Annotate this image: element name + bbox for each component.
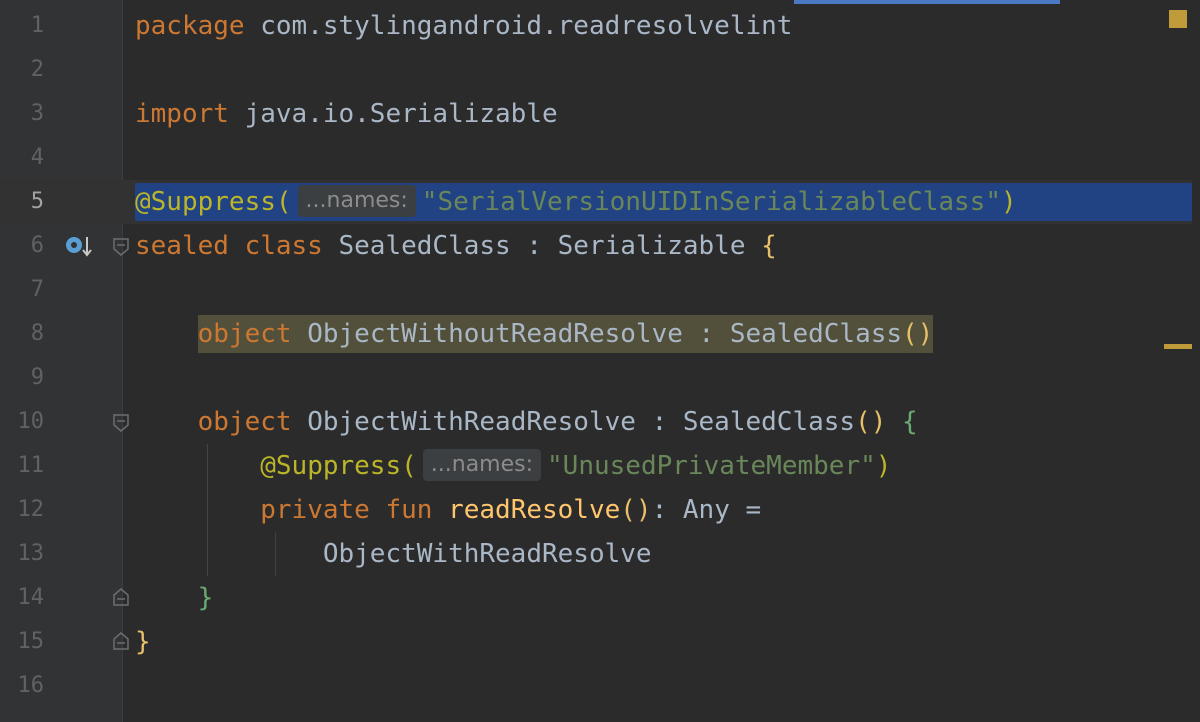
keyword-object: object: [197, 319, 292, 349]
function-parens: (): [620, 495, 652, 525]
line-number: 11: [17, 453, 45, 478]
line-number: 14: [17, 585, 45, 610]
line-number: 12: [17, 497, 45, 522]
line-number: 13: [17, 541, 45, 566]
code-line-2[interactable]: 2: [0, 48, 1192, 92]
inspection-warning-highlight[interactable]: object ObjectWithoutReadResolve : Sealed…: [197, 315, 934, 353]
function-name: readResolve: [448, 495, 621, 525]
code-line-1[interactable]: 1 package com.stylingandroid.readresolve…: [0, 4, 1192, 48]
closing-paren: ): [1000, 187, 1017, 217]
code-line-13[interactable]: 13 ObjectWithReadResolve: [0, 532, 1192, 576]
open-brace: {: [761, 231, 777, 261]
string-literal: "UnusedPrivateMember": [547, 451, 876, 481]
line-number: 15: [17, 629, 45, 654]
return-type: : Any =: [651, 495, 762, 525]
open-brace: {: [902, 407, 918, 437]
inspection-status-icon[interactable]: [1169, 10, 1187, 28]
keyword-private-fun: private fun: [260, 495, 433, 525]
code-line-15[interactable]: 15 }: [0, 620, 1192, 664]
package-name: com.stylingandroid.readresolvelint: [244, 11, 793, 41]
line-number: 16: [17, 673, 45, 698]
keyword-import: import: [135, 99, 229, 129]
keyword-package: package: [135, 11, 245, 41]
close-brace: }: [135, 627, 151, 657]
implemented-by-icon[interactable]: [64, 233, 96, 261]
string-literal: "SerialVersionUIDInSerializableClass": [421, 187, 1001, 217]
line-number: 5: [30, 189, 44, 214]
constructor-parens: (): [902, 319, 934, 349]
code-line-12[interactable]: 12 private fun readResolve(): Any =: [0, 488, 1192, 532]
code-line-10[interactable]: 10 object ObjectWithReadResolve : Sealed…: [0, 400, 1192, 444]
code-line-16[interactable]: 16: [0, 664, 1192, 708]
close-brace: }: [197, 583, 214, 613]
code-line-4[interactable]: 4: [0, 136, 1192, 180]
keyword-object: object: [197, 407, 292, 437]
line-number: 7: [30, 277, 44, 302]
fold-marker-icon[interactable]: [113, 238, 129, 256]
code-line-5[interactable]: 5 @Suppress(...names: "SerialVersionUIDIn…: [0, 180, 1192, 224]
code-line-7[interactable]: 7: [0, 268, 1192, 312]
annotation-suppress: @Suppress(: [135, 187, 292, 217]
code-line-9[interactable]: 9: [0, 356, 1192, 400]
closing-paren: ): [875, 451, 892, 481]
code-line-6[interactable]: 6 sealed class SealedClass : Serializabl…: [0, 224, 1192, 268]
code-line-8[interactable]: 8 object ObjectWithoutReadResolve : Seal…: [0, 312, 1192, 356]
parameter-name-hint: ...names:: [422, 448, 542, 481]
code-line-14[interactable]: 14 }: [0, 576, 1192, 620]
indent-guide: [275, 532, 276, 576]
expression-body: ObjectWithReadResolve: [322, 539, 652, 569]
line-number: 1: [30, 13, 44, 38]
warning-stripe-marker[interactable]: [1164, 344, 1192, 349]
fold-marker-icon[interactable]: [113, 588, 129, 606]
import-path: java.io.Serializable: [228, 99, 558, 129]
annotation-suppress: @Suppress(: [260, 451, 417, 481]
code-line-11[interactable]: 11 @Suppress(...names: "UnusedPrivateMemb…: [0, 444, 1192, 488]
object-declaration: ObjectWithoutReadResolve : SealedClass: [291, 319, 903, 349]
class-declaration: SealedClass : Serializable: [322, 231, 762, 261]
code-line-3[interactable]: 3 import java.io.Serializable: [0, 92, 1192, 136]
parameter-name-hint: ...names:: [297, 184, 416, 217]
line-number: 6: [30, 233, 44, 258]
fold-marker-icon[interactable]: [113, 414, 129, 432]
line-number: 3: [30, 101, 44, 126]
line-number: 9: [30, 365, 44, 390]
line-number: 2: [30, 57, 44, 82]
object-declaration: ObjectWithReadResolve : SealedClass: [291, 407, 856, 437]
line-number: 8: [30, 321, 44, 346]
line-number: 10: [17, 409, 45, 434]
indent-guide: [207, 444, 208, 576]
line-number: 4: [30, 145, 44, 170]
keyword-sealed-class: sealed class: [135, 231, 323, 261]
fold-marker-icon[interactable]: [113, 632, 129, 650]
constructor-parens: (): [855, 407, 903, 437]
